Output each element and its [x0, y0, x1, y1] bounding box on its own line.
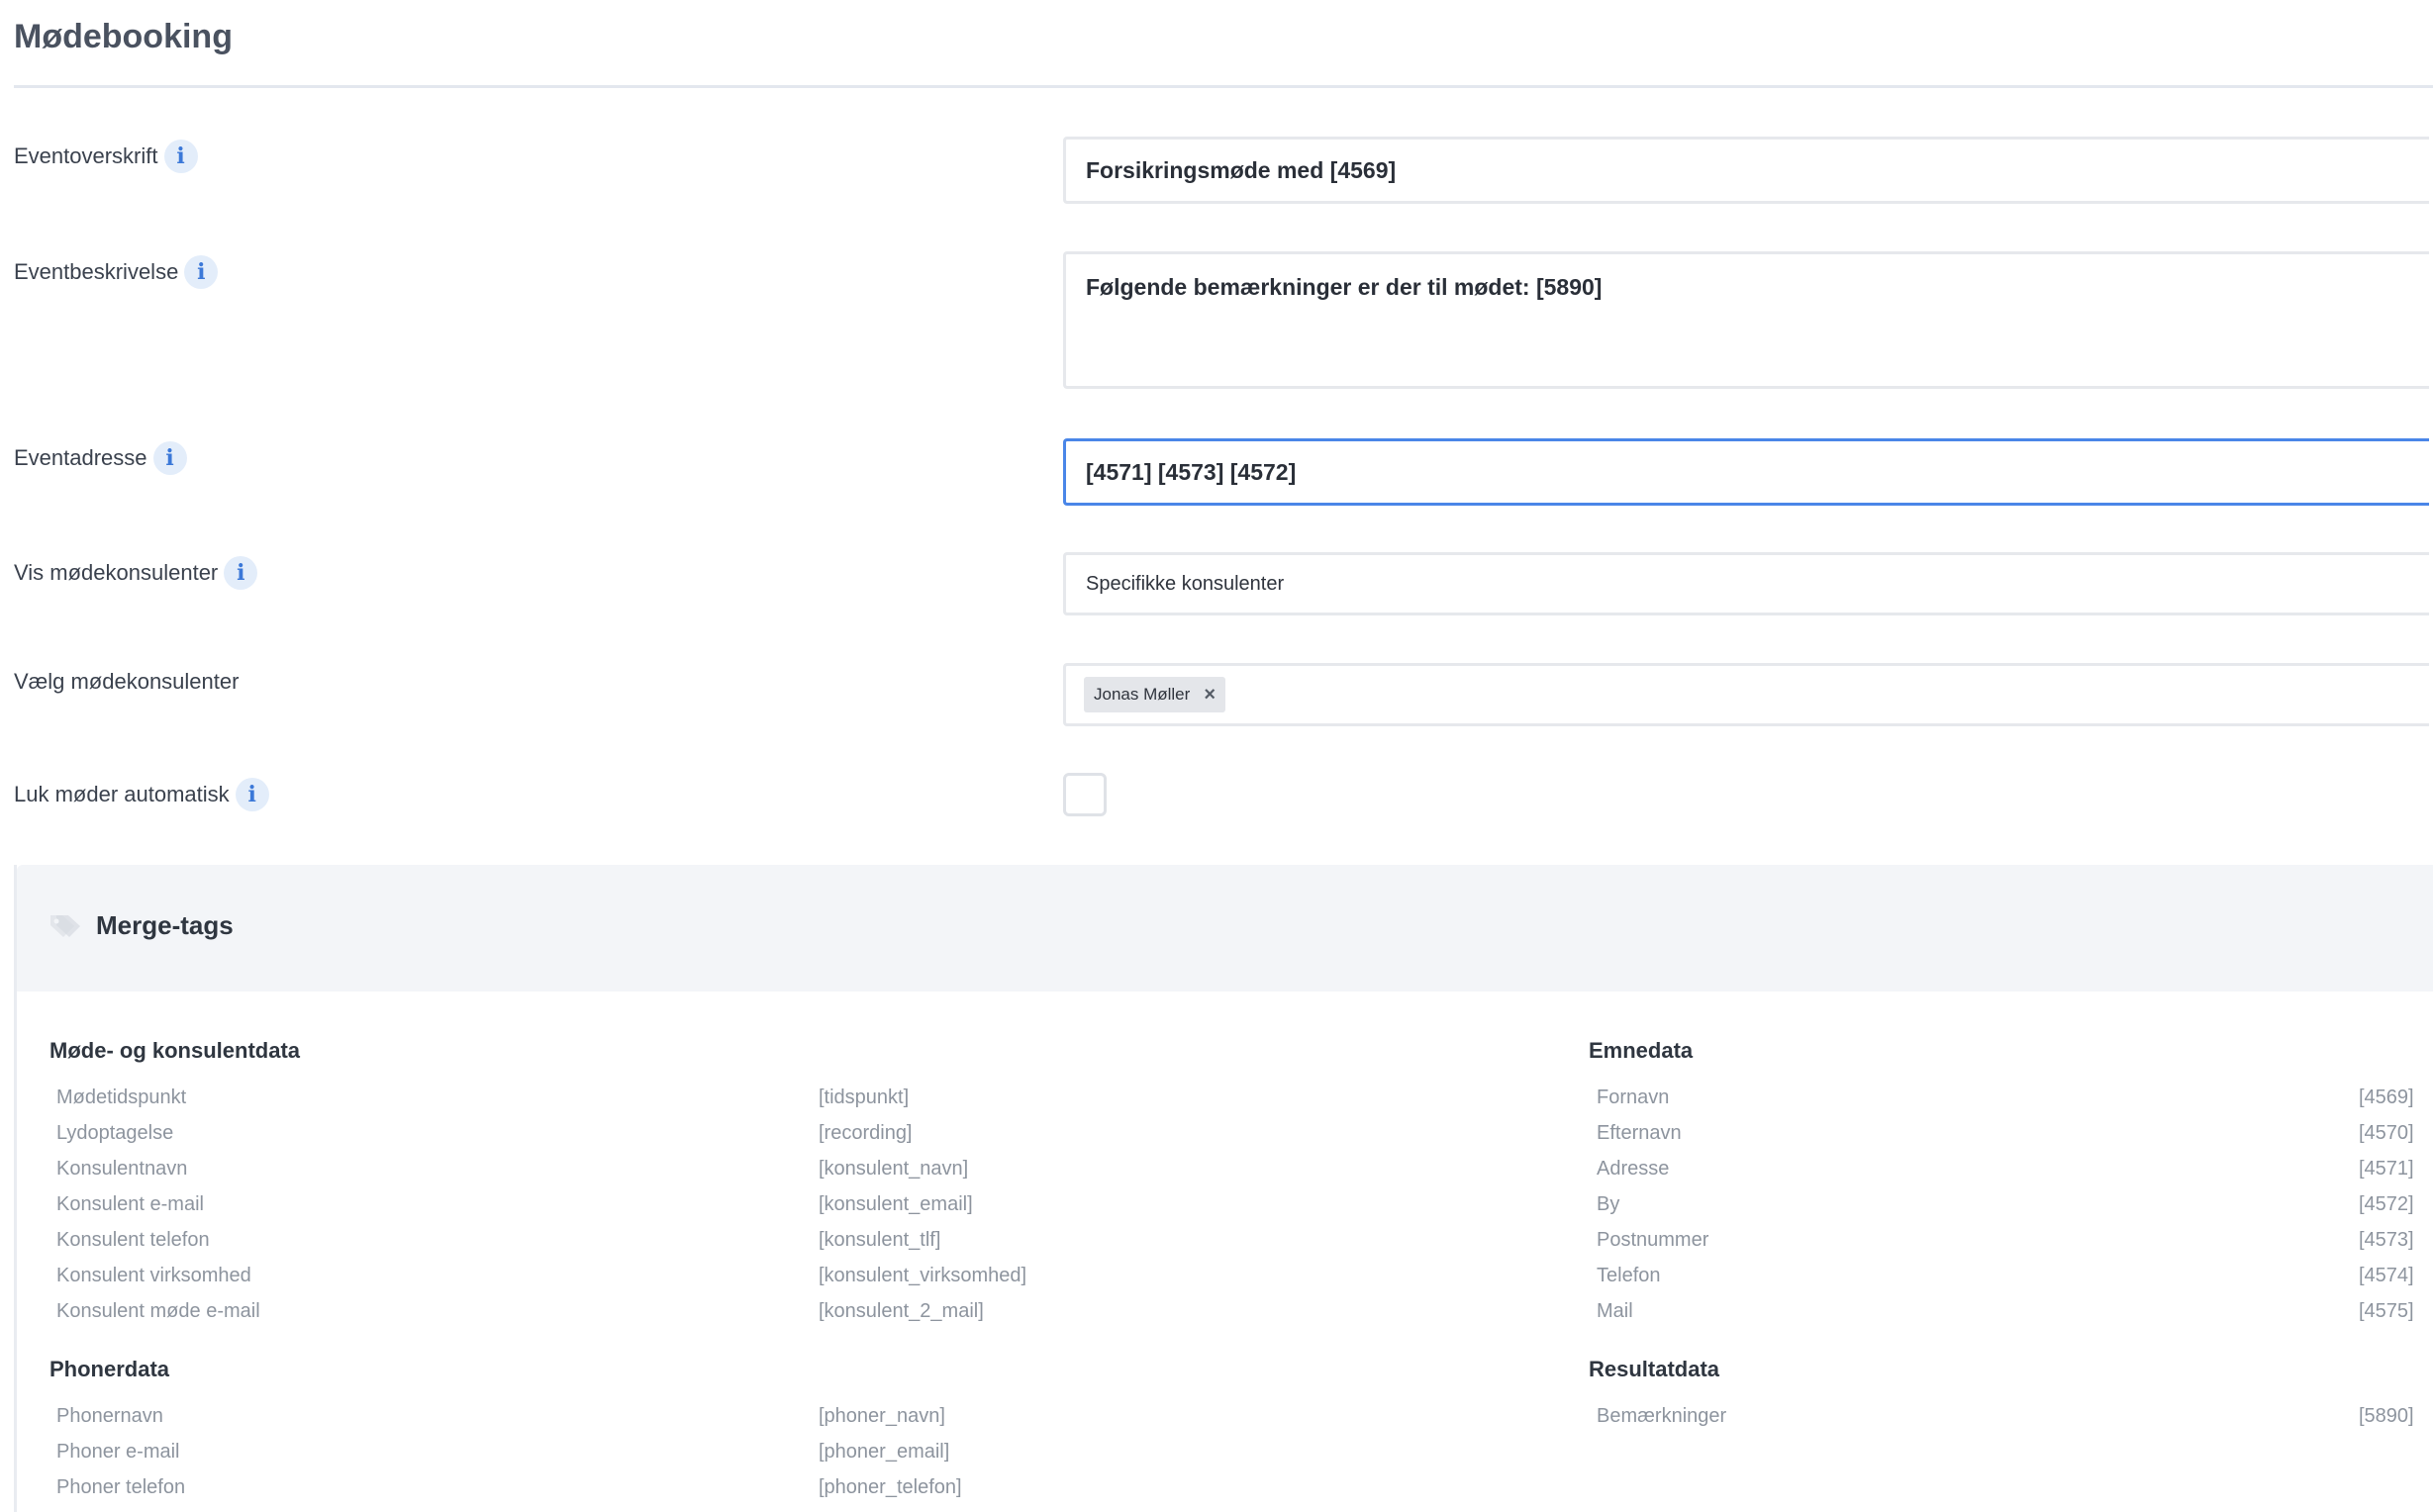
merge-tag-label: Konsulent e-mail	[56, 1193, 204, 1215]
auto-close-checkbox[interactable]	[1063, 773, 1107, 816]
merge-tag-label: Fornavn	[1597, 1087, 1670, 1108]
merge-tag-code[interactable]: [konsulent_2_mail]	[819, 1300, 984, 1323]
group-title-result: Resultatdata	[1589, 1357, 1720, 1381]
info-icon[interactable]: i	[184, 255, 219, 289]
choose-consultants-label-row: Vælg mødekonsulenter	[14, 669, 239, 695]
merge-tag-label: Mail	[1597, 1300, 1633, 1322]
merge-tag-label: Konsulent møde e-mail	[56, 1300, 260, 1322]
merge-tag-code[interactable]: [konsulent_navn]	[819, 1158, 968, 1181]
headline-input[interactable]: Forsikringsmøde med [4569]	[1063, 137, 2429, 204]
merge-tag-code[interactable]: [5890]	[2359, 1405, 2414, 1428]
info-icon[interactable]: i	[163, 140, 198, 173]
merge-tags-header: Merge-tags	[17, 865, 2433, 992]
merge-tag-label: Postnummer	[1597, 1229, 1709, 1251]
merge-tag-label: By	[1597, 1193, 1620, 1215]
description-textarea-value: Følgende bemærkninger er der til mødet: …	[1086, 274, 1603, 300]
merge-tag-label: Lydoptagelse	[56, 1122, 174, 1144]
merge-tag-label: Bemærkninger	[1597, 1405, 1727, 1427]
merge-tag-label: Konsulentnavn	[56, 1158, 188, 1180]
remove-tag-icon[interactable]: ×	[1204, 684, 1216, 707]
auto-close-label: Luk møder automatisk	[14, 782, 230, 806]
group-title-subject: Emnedata	[1589, 1038, 1694, 1063]
meeting-booking-settings: Mødebooking Eventoverskrift i Forsikring…	[0, 0, 2433, 1512]
merge-tag-code[interactable]: [4571]	[2359, 1158, 2414, 1181]
consultant-tag-label: Jonas Møller	[1094, 685, 1191, 704]
merge-tag-code[interactable]: [recording]	[819, 1122, 913, 1145]
merge-tag-code[interactable]: [konsulent_email]	[819, 1193, 973, 1216]
address-label-row: Eventadresse i	[14, 441, 187, 475]
merge-tag-code[interactable]: [tidspunkt]	[819, 1087, 909, 1109]
info-icon[interactable]: i	[224, 556, 258, 590]
merge-tag-label: Phoner e-mail	[56, 1441, 180, 1463]
group-title-meeting-consultant: Møde- og konsulentdata	[49, 1038, 300, 1063]
address-input-value: [4571] [4573] [4572]	[1086, 458, 1297, 485]
merge-tag-code[interactable]: [konsulent_virksomhed]	[819, 1265, 1026, 1287]
merge-tag-code[interactable]: [4569]	[2359, 1087, 2414, 1109]
merge-tag-code[interactable]: [4574]	[2359, 1265, 2414, 1287]
info-icon[interactable]: i	[152, 441, 187, 475]
title-divider	[14, 85, 2433, 88]
merge-tag-code[interactable]: [4570]	[2359, 1122, 2414, 1145]
merge-tag-label: Phoner telefon	[56, 1476, 186, 1498]
headline-input-value: Forsikringsmøde med [4569]	[1086, 156, 1397, 183]
page-title: Mødebooking	[14, 18, 233, 55]
merge-tags-panel: Merge-tags Møde- og konsulentdata Mødeti…	[14, 865, 2433, 1512]
merge-tag-code[interactable]: [phoner_email]	[819, 1441, 949, 1464]
merge-tag-label: Phonernavn	[56, 1405, 163, 1427]
merge-tag-code[interactable]: [4575]	[2359, 1300, 2414, 1323]
merge-tag-code[interactable]: [4572]	[2359, 1193, 2414, 1216]
merge-tag-code[interactable]: [phoner_telefon]	[819, 1476, 962, 1499]
merge-tag-label: Mødetidspunkt	[56, 1087, 187, 1108]
show-consultants-label: Vis mødekonsulenter	[14, 560, 219, 585]
merge-tag-code[interactable]: [phoner_navn]	[819, 1405, 945, 1428]
address-input[interactable]: [4571] [4573] [4572]	[1063, 438, 2429, 506]
show-consultants-label-row: Vis mødekonsulenter i	[14, 556, 258, 590]
merge-tag-code[interactable]: [konsulent_tlf]	[819, 1229, 940, 1252]
description-textarea[interactable]: Følgende bemærkninger er der til mødet: …	[1063, 251, 2429, 389]
group-title-phoner: Phonerdata	[49, 1357, 170, 1381]
show-consultants-selected-value: Specifikke konsulenter	[1086, 572, 1285, 595]
show-consultants-select[interactable]: Specifikke konsulenter	[1063, 552, 2429, 615]
choose-consultants-label: Vælg mødekonsulenter	[14, 669, 240, 694]
choose-consultants-multiselect[interactable]: Jonas Møller ×	[1063, 663, 2429, 726]
description-label-row: Eventbeskrivelse i	[14, 255, 219, 289]
address-label: Eventadresse	[14, 445, 147, 470]
merge-tag-label: Adresse	[1597, 1158, 1670, 1180]
consultant-tag: Jonas Møller ×	[1084, 677, 1225, 712]
merge-tag-label: Telefon	[1597, 1265, 1661, 1286]
merge-tag-label: Konsulent telefon	[56, 1229, 210, 1251]
info-icon[interactable]: i	[235, 778, 269, 811]
merge-tag-code[interactable]: [4573]	[2359, 1229, 2414, 1252]
headline-label-row: Eventoverskrift i	[14, 140, 198, 173]
headline-label: Eventoverskrift	[14, 143, 158, 168]
merge-tag-label: Efternavn	[1597, 1122, 1682, 1144]
auto-close-label-row: Luk møder automatisk i	[14, 778, 269, 811]
description-label: Eventbeskrivelse	[14, 259, 179, 284]
merge-tags-title: Merge-tags	[96, 910, 234, 940]
tag-icon	[50, 915, 80, 937]
merge-tag-label: Konsulent virksomhed	[56, 1265, 251, 1286]
